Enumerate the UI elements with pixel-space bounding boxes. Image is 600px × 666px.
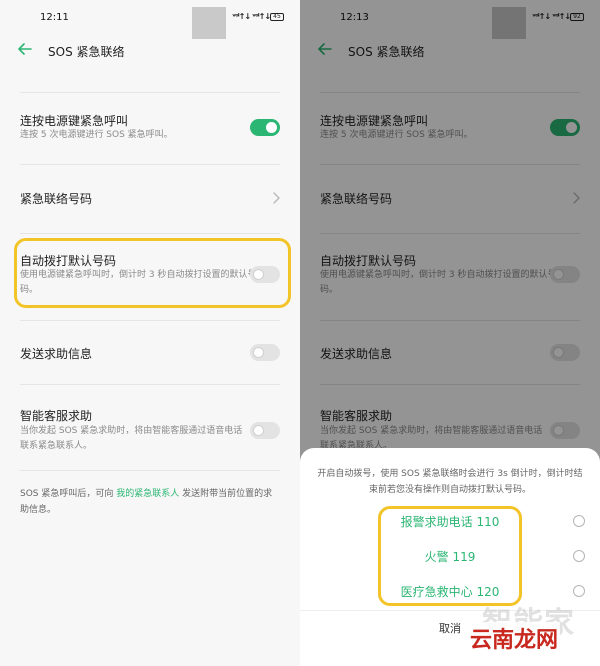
smart-service-title[interactable]: 智能客服求助 <box>20 407 92 424</box>
back-arrow-icon[interactable] <box>18 42 32 56</box>
footer-note: SOS 紧急呼叫后，可向 我的紧急联系人 发送附带当前位置的求助信息。 <box>20 486 280 518</box>
sheet-description: 开启自动拨号，使用 SOS 紧急联络时会进行 3s 倒计时，倒计时结束前若您没有… <box>317 469 583 495</box>
status-bar: 12:11 ᵛᵒˡ↑↓ ᵛᵒˡ↑↓ 45 <box>0 0 300 39</box>
radio-police-110[interactable] <box>573 515 585 527</box>
divider <box>20 164 280 165</box>
camera-cutout <box>192 7 226 39</box>
divider <box>20 92 280 93</box>
power-button-sos-toggle[interactable] <box>250 119 280 136</box>
send-help-message-title[interactable]: 发送求助信息 <box>20 345 92 362</box>
page-title: SOS 紧急联络 <box>48 45 125 59</box>
header: SOS 紧急联络 <box>0 36 300 66</box>
power-button-sos-title[interactable]: 连按电源键紧急呼叫 <box>20 112 128 129</box>
options-highlight-frame <box>378 506 522 606</box>
smart-service-toggle[interactable] <box>250 422 280 439</box>
radio-fire-119[interactable] <box>573 550 585 562</box>
status-time: 12:11 <box>40 12 69 23</box>
watermark-site-logo: 云南龙网 <box>468 622 561 654</box>
settings-screen-left: 12:11 ᵛᵒˡ↑↓ ᵛᵒˡ↑↓ 45 SOS 紧急联络 连按电源键紧急呼叫 … <box>0 0 300 666</box>
toggle-knob <box>253 347 264 358</box>
divider <box>20 320 280 321</box>
emergency-contacts-title[interactable]: 紧急联络号码 <box>20 190 92 207</box>
radio-ambulance-120[interactable] <box>573 585 585 597</box>
divider <box>20 470 280 471</box>
toggle-knob <box>266 122 277 133</box>
divider <box>20 384 280 385</box>
battery-icon: 45 <box>270 13 284 21</box>
toggle-knob <box>253 425 264 436</box>
power-button-sos-subtitle: 连按 5 次电源键进行 SOS 紧急呼叫。 <box>20 130 173 140</box>
footer-text: SOS 紧急呼叫后，可向 <box>20 489 117 499</box>
smart-service-subtitle: 当你发起 SOS 紧急求助时，将由智能客服通过语音电话联系紧急联系人。 <box>20 426 243 451</box>
my-emergency-contacts-link[interactable]: 我的紧急联系人 <box>116 489 179 499</box>
chevron-right-icon[interactable] <box>271 192 281 204</box>
divider <box>20 233 280 234</box>
highlight-frame <box>14 238 291 308</box>
signal-icon: ᵛᵒˡ↑↓ <box>232 12 251 21</box>
send-help-message-toggle[interactable] <box>250 344 280 361</box>
signal-icon-2: ᵛᵒˡ↑↓ <box>252 12 271 21</box>
settings-screen-right: 12:13 ᵛᵒˡ↑↓ ᵛᵒˡ↑↓ 92 SOS 紧急联络 连按电源键紧急呼叫 … <box>300 0 600 666</box>
